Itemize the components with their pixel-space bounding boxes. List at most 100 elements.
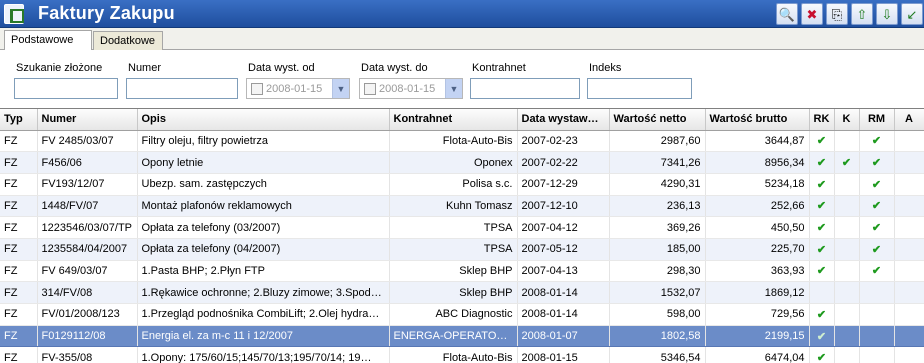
copy-icon: ⎘: [831, 6, 843, 22]
cell-k: [834, 130, 860, 153]
col-a[interactable]: A: [894, 109, 924, 131]
cell-numer: FV 649/03/07: [37, 260, 138, 283]
numer-input[interactable]: [126, 78, 238, 99]
col-k[interactable]: K: [834, 109, 860, 131]
indeks-input[interactable]: [587, 78, 692, 99]
cell-data: 2007-12-10: [517, 195, 610, 218]
table-row[interactable]: FZ FV-355/08 1.Opony: 175/60/15;145/70/13;…: [0, 346, 924, 363]
table-row[interactable]: FZ 1235584/04/2007 Opłata za telefony (04/…: [0, 238, 924, 261]
cell-typ: FZ: [0, 173, 38, 196]
cell-numer: FV193/12/07: [37, 173, 138, 196]
col-numer[interactable]: Numer: [37, 109, 138, 131]
cell-rm: ✔: [859, 260, 895, 283]
cell-typ: FZ: [0, 303, 38, 326]
table-row[interactable]: FZ 314/FV/08 1.Rękawice ochronne; 2.Bluzy …: [0, 281, 924, 304]
table-row[interactable]: FZ 1223546/03/07/TP Opłata za telefony (03…: [0, 216, 924, 239]
cell-kontrahent: Sklep BHP: [389, 260, 518, 283]
check-icon: ✔: [871, 265, 882, 278]
chevron-down-icon[interactable]: ▼: [332, 79, 349, 98]
check-icon: ✔: [816, 330, 827, 343]
window-title: Faktury Zakupu: [38, 3, 175, 23]
cell-k: [834, 303, 860, 326]
cell-rm: ✔: [859, 216, 895, 239]
check-icon: ✔: [816, 135, 827, 148]
import-down-button[interactable]: ⇩: [876, 3, 898, 25]
cell-rm: [859, 346, 895, 363]
clear-filter-icon: ✖: [806, 6, 818, 22]
cell-numer: 1235584/04/2007: [37, 238, 138, 261]
szukanie-label: Szukanie złożone: [16, 62, 103, 74]
table-row[interactable]: FZ FV/01/2008/123 1.Przegląd podnośnika Co…: [0, 303, 924, 326]
cell-netto: 4290,31: [609, 173, 706, 196]
check-icon: ✔: [871, 135, 882, 148]
cell-rm: [859, 281, 895, 304]
cell-netto: 369,26: [609, 216, 706, 239]
tab-podstawowe[interactable]: Podstawowe: [4, 30, 92, 50]
cell-kontrahent: ENERGA-OPERATOR SA: [389, 325, 518, 348]
cell-typ: FZ: [0, 216, 38, 239]
data-do-checkbox[interactable]: [364, 83, 376, 95]
cell-kontrahent: TPSA: [389, 216, 518, 239]
data-od-value: 2008-01-15: [266, 83, 323, 95]
cell-a: [894, 216, 924, 239]
table-row[interactable]: FZ FV193/12/07 Ubezp. sam. zastępczych Poli…: [0, 173, 924, 196]
cell-rk: ✔: [809, 303, 835, 326]
cell-data: 2008-01-15: [517, 346, 610, 363]
cell-a: [894, 260, 924, 283]
col-netto[interactable]: Wartość netto: [609, 109, 706, 131]
tab-dodatkowe[interactable]: Dodatkowe: [93, 31, 163, 50]
check-icon: ✔: [871, 200, 882, 213]
cell-brutto: 450,50: [705, 216, 810, 239]
invoice-grid: Typ Numer Opis Kontrahnet Data wystaw… W…: [0, 108, 924, 363]
col-opis[interactable]: Opis: [137, 109, 390, 131]
cell-kontrahent: ABC Diagnostic: [389, 303, 518, 326]
cell-rm: ✔: [859, 238, 895, 261]
table-row[interactable]: FZ F0129112/08 Energia el. za m-c 11 i 12/…: [0, 325, 924, 348]
export-up-icon: ⇧: [856, 6, 868, 22]
cell-netto: 5346,54: [609, 346, 706, 363]
table-row[interactable]: FZ 1448/FV/07 Montaż plafonów reklamowych K…: [0, 195, 924, 218]
cell-k: [834, 216, 860, 239]
col-rk[interactable]: RK: [809, 109, 835, 131]
col-data[interactable]: Data wystaw…: [517, 109, 610, 131]
cell-rk: [809, 281, 835, 304]
cell-opis: Opłata za telefony (04/2007): [137, 238, 390, 261]
col-typ[interactable]: Typ: [0, 109, 38, 131]
table-row[interactable]: FZ F456/06 Opony letnie Oponex 2007-02-22 734…: [0, 151, 924, 174]
cell-a: [894, 238, 924, 261]
data-od-checkbox[interactable]: [251, 83, 263, 95]
cell-brutto: 252,66: [705, 195, 810, 218]
cell-kontrahent: Flota-Auto-Bis: [389, 346, 518, 363]
table-header: Typ Numer Opis Kontrahnet Data wystaw… W…: [0, 109, 924, 131]
cell-k: [834, 325, 860, 348]
cell-data: 2007-02-22: [517, 151, 610, 174]
kontrahnet-input[interactable]: [470, 78, 580, 99]
cell-numer: FV-355/08: [37, 346, 138, 363]
clear-filter-button[interactable]: ✖: [801, 3, 823, 25]
data-od-picker[interactable]: 2008-01-15 ▼: [246, 78, 350, 99]
cell-netto: 7341,26: [609, 151, 706, 174]
cell-kontrahent: Oponex: [389, 151, 518, 174]
chevron-down-icon[interactable]: ▼: [445, 79, 462, 98]
app-icon[interactable]: [4, 4, 24, 24]
col-rm[interactable]: RM: [859, 109, 895, 131]
exit-button[interactable]: ↙: [901, 3, 923, 25]
col-kontrahnet[interactable]: Kontrahnet: [389, 109, 518, 131]
data-do-picker[interactable]: 2008-01-15 ▼: [359, 78, 463, 99]
cell-kontrahent: Flota-Auto-Bis: [389, 130, 518, 153]
cell-netto: 598,00: [609, 303, 706, 326]
szukanie-input[interactable]: [14, 78, 118, 99]
search-button[interactable]: 🔍: [776, 3, 798, 25]
col-brutto[interactable]: Wartość brutto: [705, 109, 810, 131]
cell-brutto: 729,56: [705, 303, 810, 326]
copy-button[interactable]: ⎘: [826, 3, 848, 25]
export-up-button[interactable]: ⇧: [851, 3, 873, 25]
check-icon: ✔: [816, 243, 827, 256]
table-row[interactable]: FZ FV 649/03/07 1.Pasta BHP; 2.Płyn FTP Skl…: [0, 260, 924, 283]
cell-data: 2008-01-07: [517, 325, 610, 348]
cell-numer: FV/01/2008/123: [37, 303, 138, 326]
table-row[interactable]: FZ FV 2485/03/07 Filtry oleju, filtry powi…: [0, 130, 924, 153]
cell-typ: FZ: [0, 130, 38, 153]
cell-rm: ✔: [859, 151, 895, 174]
cell-brutto: 2199,15: [705, 325, 810, 348]
